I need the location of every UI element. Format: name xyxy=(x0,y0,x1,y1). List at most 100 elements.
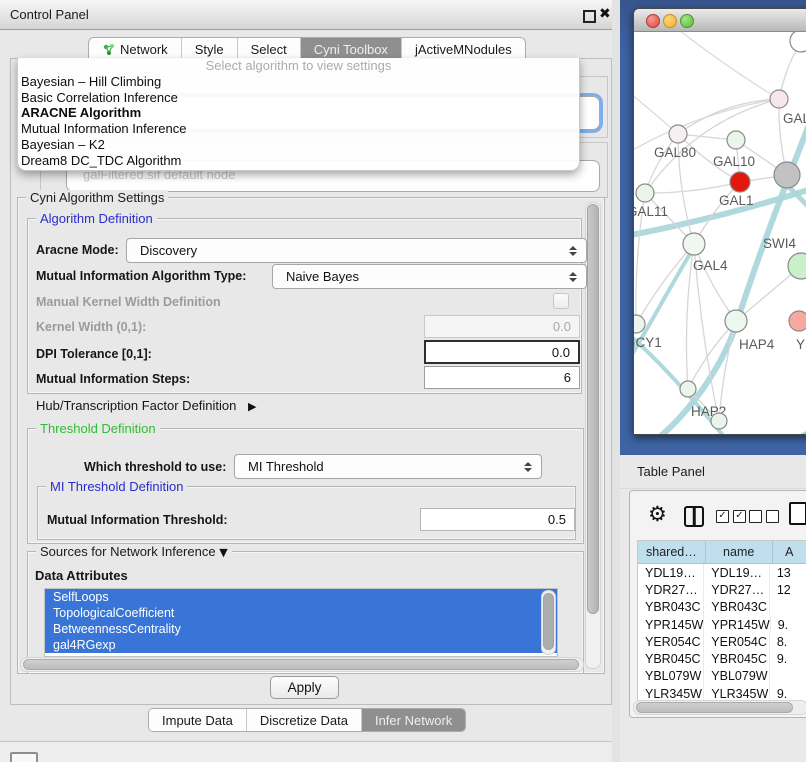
kernel-width-field[interactable]: 0.0 xyxy=(424,315,580,338)
kernel-width-label: Kernel Width (0,1): xyxy=(36,320,146,334)
algorithm-option[interactable]: Bayesian – Hill Climbing xyxy=(18,74,579,90)
network-node[interactable] xyxy=(680,381,696,397)
columns-icon[interactable] xyxy=(684,506,704,527)
network-node[interactable] xyxy=(634,315,645,333)
aracne-mode-combobox[interactable]: Discovery xyxy=(126,238,587,263)
zoom-traffic-light-icon[interactable] xyxy=(680,14,694,28)
data-attribute-item[interactable]: BetweennessCentrality xyxy=(45,621,557,637)
tab-jactivemnodules[interactable]: jActiveMNodules xyxy=(402,38,525,60)
table-row[interactable]: YBL079WYBL079W xyxy=(638,668,806,685)
mi-steps-field[interactable]: 6 xyxy=(424,366,580,389)
tab-cyni-toolbox[interactable]: Cyni Toolbox xyxy=(301,38,402,60)
table-header-row: shared…nameA xyxy=(638,541,806,564)
splitpane-divider[interactable] xyxy=(612,0,620,762)
network-node[interactable] xyxy=(770,90,788,108)
bottom-tab-discretize-data[interactable]: Discretize Data xyxy=(247,709,362,731)
bottom-tab-impute-data[interactable]: Impute Data xyxy=(149,709,247,731)
network-node-label: GAL11 xyxy=(634,204,668,219)
minimize-traffic-light-icon[interactable] xyxy=(663,14,677,28)
tab-label: Impute Data xyxy=(162,713,233,728)
table-column-header[interactable]: A xyxy=(773,541,806,563)
checked-columns-icon[interactable]: ✓ ✓ xyxy=(716,510,746,523)
network-node[interactable] xyxy=(683,233,705,255)
table-cell: YDR27… xyxy=(638,581,704,598)
checkbox-checked-icon: ✓ xyxy=(716,510,729,523)
network-node[interactable] xyxy=(789,311,806,331)
settings-horizontal-scrollbar-thumb[interactable] xyxy=(23,659,579,670)
settings-horizontal-scrollbar[interactable] xyxy=(20,657,584,672)
minimized-panel-icon[interactable] xyxy=(10,752,38,762)
tab-select[interactable]: Select xyxy=(238,38,301,60)
algorithm-option[interactable]: Bayesian – K2 xyxy=(18,137,579,153)
mi-threshold-field[interactable]: 0.5 xyxy=(420,508,575,531)
mi-type-combobox[interactable]: Naive Bayes xyxy=(272,264,587,289)
network-node[interactable] xyxy=(727,131,745,149)
table-row[interactable]: YER054CYER054C8. xyxy=(638,633,806,650)
table-row[interactable]: YBR043CYBR043C xyxy=(638,599,806,616)
table-row[interactable]: YDL19…YDL19…13 xyxy=(638,564,806,581)
dpi-tolerance-label: DPI Tolerance [0,1]: xyxy=(36,347,152,361)
control-panel-titlebar[interactable]: Control Panel ✖ xyxy=(0,0,612,30)
network-node-label: SWI4 xyxy=(763,236,796,251)
which-threshold-value: MI Threshold xyxy=(248,459,324,474)
threshold-definition-label: Threshold Definition xyxy=(36,421,160,436)
tab-style[interactable]: Style xyxy=(182,38,238,60)
network-window-titlebar[interactable] xyxy=(634,9,806,32)
network-view-window[interactable]: GALGAL80GAL10GAL1GAL11SWI4GAL4GCY1HAP4YH… xyxy=(633,8,806,435)
network-node[interactable] xyxy=(711,413,727,429)
settings-vertical-scrollbar-thumb[interactable] xyxy=(587,204,599,614)
network-node[interactable] xyxy=(636,184,654,202)
network-node[interactable] xyxy=(669,125,687,143)
apply-button[interactable]: Apply xyxy=(270,676,339,699)
algorithm-option[interactable]: ARACNE Algorithm xyxy=(18,105,579,121)
table-column-header[interactable]: shared… xyxy=(638,541,706,563)
table-cell: 9. xyxy=(770,650,806,667)
combo-arrows-icon xyxy=(569,272,577,282)
table-cell: 12 xyxy=(770,581,806,598)
network-edge xyxy=(678,99,779,134)
node-table[interactable]: shared…nameA YDL19…YDL19…13YDR27…YDR27…1… xyxy=(637,540,806,703)
manual-kernel-checkbox[interactable] xyxy=(553,293,569,309)
screen: Control Panel ✖ NetworkStyleSelectCyni T… xyxy=(0,0,806,762)
network-canvas[interactable]: GALGAL80GAL10GAL1GAL11SWI4GAL4GCY1HAP4YH… xyxy=(634,32,806,434)
table-column-header[interactable]: name xyxy=(706,541,773,563)
table-horizontal-scrollbar-thumb[interactable] xyxy=(636,702,793,713)
table-cell xyxy=(770,599,806,616)
float-window-icon[interactable] xyxy=(583,10,596,23)
algorithm-option[interactable]: Mutual Information Inference xyxy=(18,121,579,137)
hub-definition-toggle[interactable]: Hub/Transcription Factor Definition ▶ xyxy=(36,398,256,413)
file-icon[interactable] xyxy=(789,502,806,525)
algorithm-option[interactable]: Dream8 DC_TDC Algorithm xyxy=(18,153,579,169)
data-attributes-list[interactable]: SelfLoopsTopologicalCoefficientBetweenne… xyxy=(44,588,558,657)
data-attribute-item[interactable]: SelfLoops xyxy=(45,589,557,605)
tab-network[interactable]: Network xyxy=(89,38,182,60)
algorithm-dropdown-list: Bayesian – Hill ClimbingBasic Correlatio… xyxy=(18,74,579,168)
algorithm-option[interactable]: Basic Correlation Inference xyxy=(18,90,579,106)
which-threshold-combobox[interactable]: MI Threshold xyxy=(234,454,542,479)
dpi-tolerance-field[interactable]: 0.0 xyxy=(424,340,580,364)
table-horizontal-scrollbar[interactable] xyxy=(633,700,806,715)
table-row[interactable]: YDR27…YDR27…12 xyxy=(638,581,806,598)
close-traffic-light-icon[interactable] xyxy=(646,14,660,28)
network-node[interactable] xyxy=(774,162,800,188)
network-node[interactable] xyxy=(730,172,750,192)
cyni-algorithm-settings-label: Cyni Algorithm Settings xyxy=(26,190,168,205)
table-row[interactable]: YPR145WYPR145W9. xyxy=(638,616,806,633)
attributes-list-scrollbar[interactable] xyxy=(541,590,556,655)
table-row[interactable]: YBR045CYBR045C9. xyxy=(638,650,806,667)
combo-arrows-icon xyxy=(569,246,577,256)
unchecked-columns-icon[interactable] xyxy=(749,510,779,523)
attributes-list-scrollbar-thumb[interactable] xyxy=(543,593,554,650)
tab-label: Discretize Data xyxy=(260,713,348,728)
bottom-tab-infer-network[interactable]: Infer Network xyxy=(362,709,465,731)
algorithm-dropdown-popup: Select algorithm to view settings Bayesi… xyxy=(17,58,580,171)
settings-vertical-scrollbar[interactable] xyxy=(585,202,601,669)
network-node-label: GCY1 xyxy=(634,335,662,350)
close-icon[interactable]: ✖ xyxy=(599,6,611,22)
data-attribute-item[interactable]: gal4RGexp xyxy=(45,637,557,653)
network-node[interactable] xyxy=(725,310,747,332)
gear-icon[interactable]: ⚙ xyxy=(648,502,667,526)
network-node[interactable] xyxy=(790,32,806,52)
data-attribute-item[interactable]: TopologicalCoefficient xyxy=(45,605,557,621)
network-edge xyxy=(645,182,740,193)
